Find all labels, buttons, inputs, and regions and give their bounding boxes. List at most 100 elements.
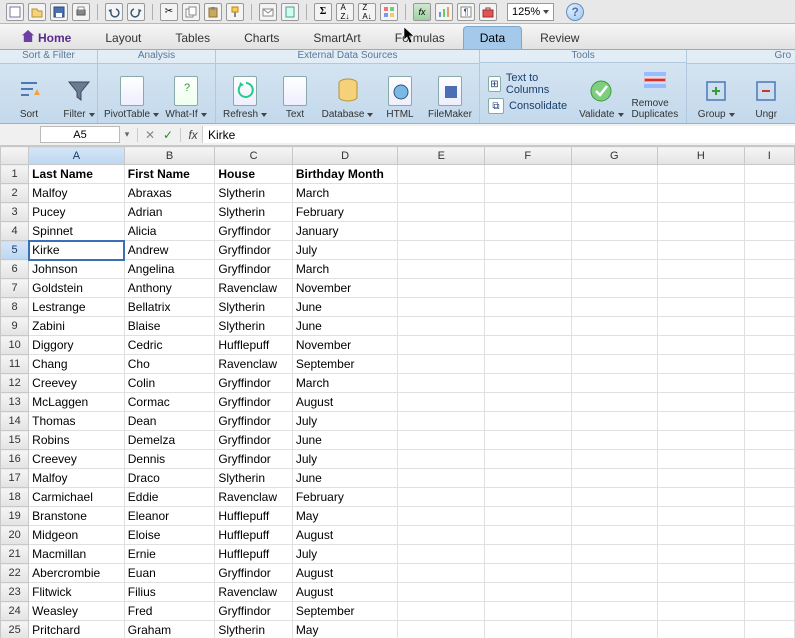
cell-C25[interactable]: Slytherin [215, 621, 292, 638]
cell-E14[interactable] [398, 412, 485, 431]
cell-B13[interactable]: Cormac [124, 393, 215, 412]
cell-A16[interactable]: Creevey [29, 450, 125, 469]
row-header-12[interactable]: 12 [1, 374, 29, 393]
cell-F22[interactable] [485, 564, 572, 583]
cell-A23[interactable]: Flitwick [29, 583, 125, 602]
cell-G22[interactable] [571, 564, 658, 583]
tab-tables[interactable]: Tables [159, 27, 226, 49]
cell-D5[interactable]: July [292, 241, 398, 260]
cell-E23[interactable] [398, 583, 485, 602]
cell-I19[interactable] [744, 507, 794, 526]
cell-G19[interactable] [571, 507, 658, 526]
cell-E8[interactable] [398, 298, 485, 317]
row-header-1[interactable]: 1 [1, 165, 29, 184]
cell-B5[interactable]: Andrew [124, 241, 215, 260]
cell-C15[interactable]: Gryffindor [215, 431, 292, 450]
cell-B22[interactable]: Euan [124, 564, 215, 583]
cell-D9[interactable]: June [292, 317, 398, 336]
row-header-9[interactable]: 9 [1, 317, 29, 336]
cell-D13[interactable]: August [292, 393, 398, 412]
cell-H5[interactable] [658, 241, 745, 260]
cell-H2[interactable] [658, 184, 745, 203]
cell-I20[interactable] [744, 526, 794, 545]
cell-I18[interactable] [744, 488, 794, 507]
row-header-17[interactable]: 17 [1, 469, 29, 488]
cell-A15[interactable]: Robins [29, 431, 125, 450]
insert-function-icon[interactable]: fx [184, 126, 202, 144]
cell-G3[interactable] [571, 203, 658, 222]
cell-C10[interactable]: Hufflepuff [215, 336, 292, 355]
cell-I4[interactable] [744, 222, 794, 241]
cell-D11[interactable]: September [292, 355, 398, 374]
cell-H3[interactable] [658, 203, 745, 222]
cell-C4[interactable]: Gryffindor [215, 222, 292, 241]
cell-G10[interactable] [571, 336, 658, 355]
cell-F4[interactable] [485, 222, 572, 241]
cell-E5[interactable] [398, 241, 485, 260]
import-html-button[interactable]: HTML [379, 75, 421, 120]
cell-I13[interactable] [744, 393, 794, 412]
cell-C6[interactable]: Gryffindor [215, 260, 292, 279]
cell-B8[interactable]: Bellatrix [124, 298, 215, 317]
cell-G12[interactable] [571, 374, 658, 393]
cell-G7[interactable] [571, 279, 658, 298]
consolidate-button[interactable]: ⧉Consolidate [488, 98, 567, 114]
cell-G1[interactable] [571, 165, 658, 184]
cell-D24[interactable]: September [292, 602, 398, 621]
cell-A8[interactable]: Lestrange [29, 298, 125, 317]
cell-B9[interactable]: Blaise [124, 317, 215, 336]
import-filemaker-button[interactable]: FileMaker [429, 75, 471, 120]
cell-D22[interactable]: August [292, 564, 398, 583]
column-header-H[interactable]: H [658, 147, 745, 165]
toolbox-icon[interactable] [479, 3, 497, 21]
cell-E6[interactable] [398, 260, 485, 279]
cell-I3[interactable] [744, 203, 794, 222]
tab-review[interactable]: Review [524, 27, 595, 49]
cell-I25[interactable] [744, 621, 794, 638]
column-header-D[interactable]: D [292, 147, 398, 165]
cell-D25[interactable]: May [292, 621, 398, 638]
cell-I9[interactable] [744, 317, 794, 336]
cell-I2[interactable] [744, 184, 794, 203]
cell-C9[interactable]: Slytherin [215, 317, 292, 336]
namebox-dropdown-icon[interactable]: ▾ [120, 129, 134, 140]
tab-layout[interactable]: Layout [89, 27, 157, 49]
cell-F15[interactable] [485, 431, 572, 450]
cell-F14[interactable] [485, 412, 572, 431]
validate-button[interactable]: Validate [579, 75, 623, 120]
chart-icon[interactable] [435, 3, 453, 21]
cell-D20[interactable]: August [292, 526, 398, 545]
cell-B2[interactable]: Abraxas [124, 184, 215, 203]
cell-G5[interactable] [571, 241, 658, 260]
cell-F12[interactable] [485, 374, 572, 393]
column-header-I[interactable]: I [744, 147, 794, 165]
row-header-14[interactable]: 14 [1, 412, 29, 431]
worksheet[interactable]: A B C D E F G H I 1Last NameFirst NameHo… [0, 146, 795, 638]
cell-E19[interactable] [398, 507, 485, 526]
cell-G8[interactable] [571, 298, 658, 317]
row-header-5[interactable]: 5 [1, 241, 29, 260]
cell-G14[interactable] [571, 412, 658, 431]
cell-G25[interactable] [571, 621, 658, 638]
cell-F7[interactable] [485, 279, 572, 298]
tab-smartart[interactable]: SmartArt [297, 27, 376, 49]
cell-C14[interactable]: Gryffindor [215, 412, 292, 431]
pivottable-button[interactable]: PivotTable [106, 75, 157, 120]
import-database-button[interactable]: Database [324, 75, 371, 120]
cell-E18[interactable] [398, 488, 485, 507]
row-header-16[interactable]: 16 [1, 450, 29, 469]
cell-E7[interactable] [398, 279, 485, 298]
cell-C23[interactable]: Ravenclaw [215, 583, 292, 602]
cell-F5[interactable] [485, 241, 572, 260]
cell-B19[interactable]: Eleanor [124, 507, 215, 526]
cell-F25[interactable] [485, 621, 572, 638]
cell-D7[interactable]: November [292, 279, 398, 298]
cell-A21[interactable]: Macmillan [29, 545, 125, 564]
cell-A18[interactable]: Carmichael [29, 488, 125, 507]
cell-F21[interactable] [485, 545, 572, 564]
cell-C3[interactable]: Slytherin [215, 203, 292, 222]
row-header-6[interactable]: 6 [1, 260, 29, 279]
tab-data[interactable]: Data [463, 26, 522, 49]
column-header-E[interactable]: E [398, 147, 485, 165]
cell-A25[interactable]: Pritchard [29, 621, 125, 638]
